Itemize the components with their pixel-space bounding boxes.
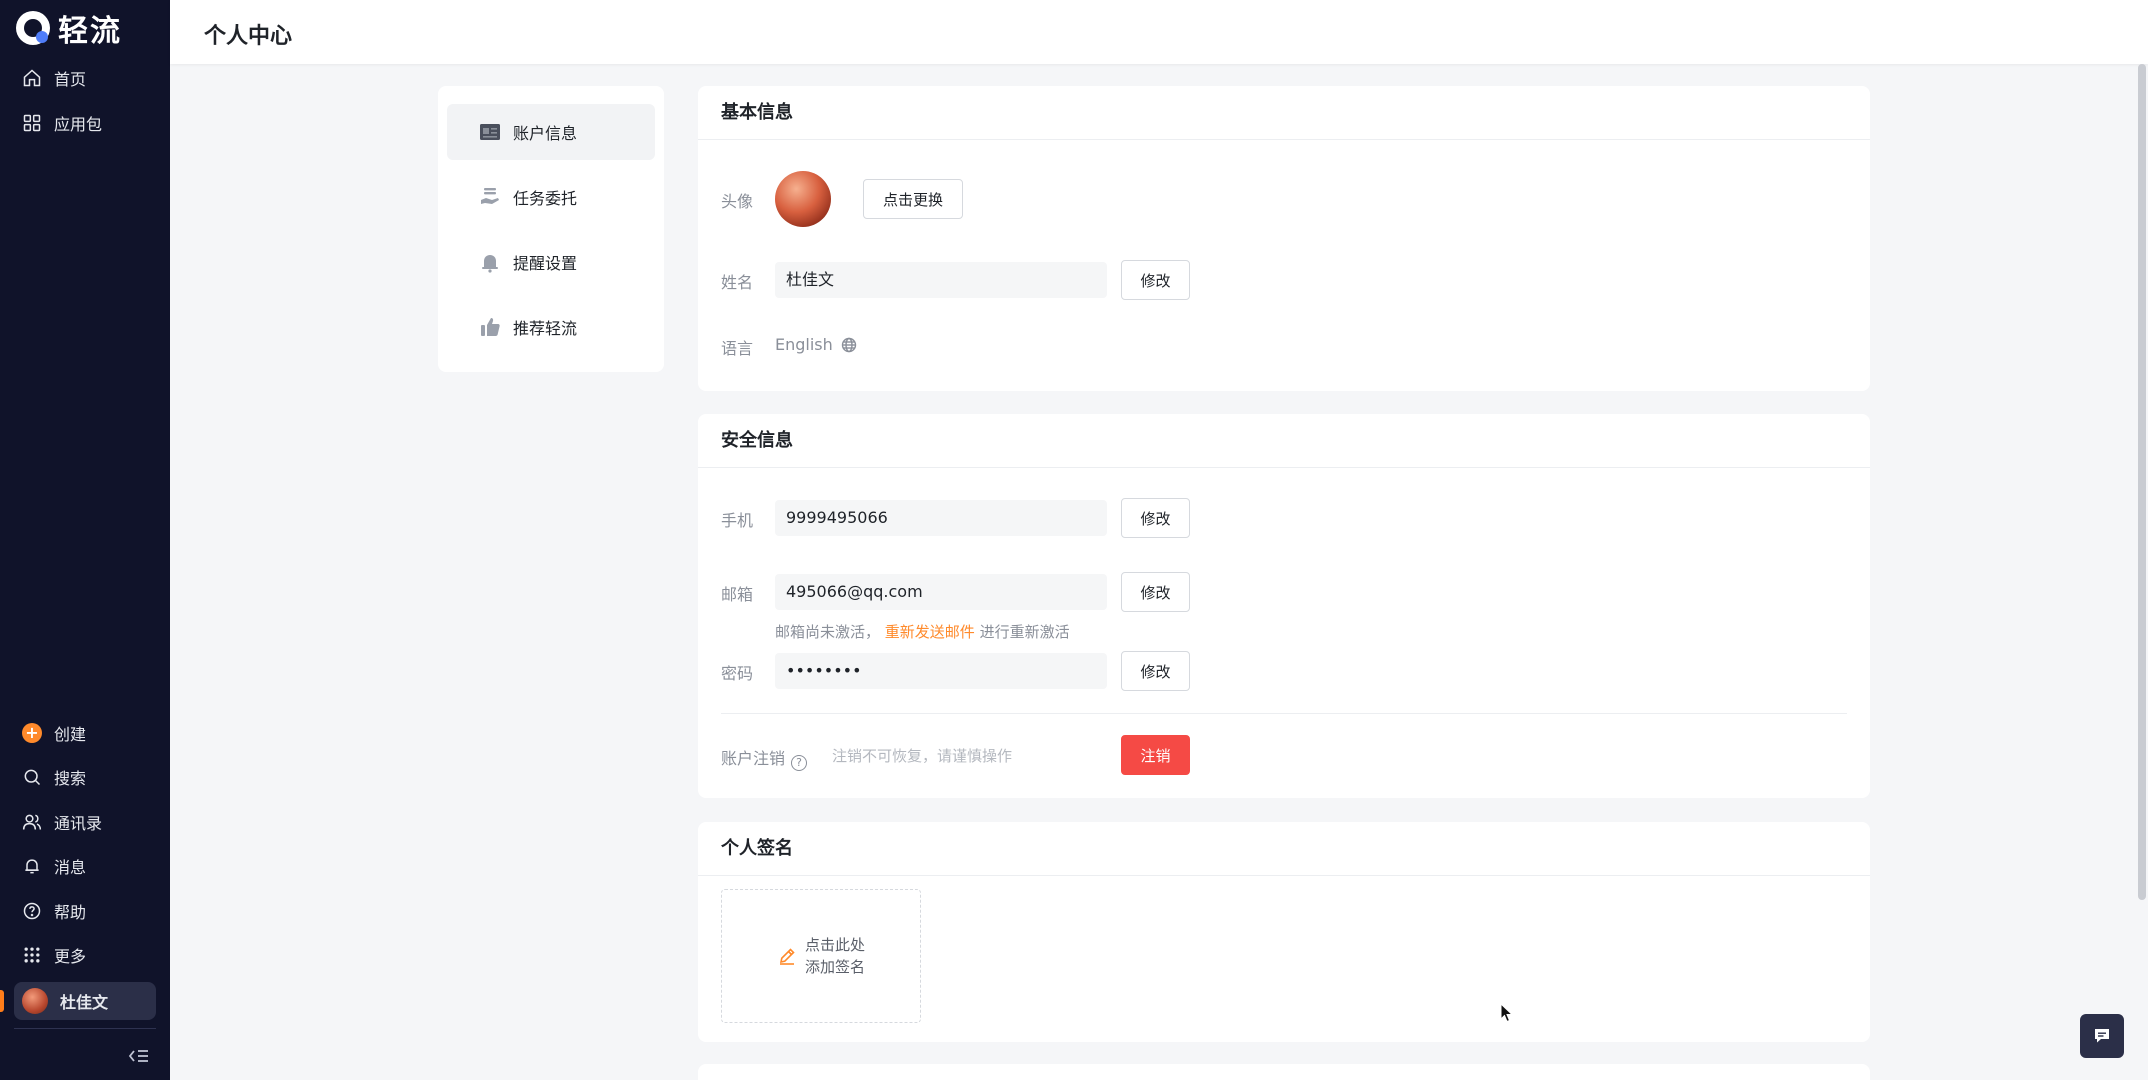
email-label: 邮箱: [721, 585, 754, 604]
grid-icon: [23, 114, 41, 132]
sidebar-item-label: 通讯录: [54, 814, 103, 833]
sidebar-item-label: 搜索: [54, 769, 87, 788]
submenu-item-reminder-settings[interactable]: 提醒设置: [447, 234, 655, 290]
active-user-marker: [0, 990, 4, 1012]
bell-icon: [482, 255, 498, 273]
globe-icon: [841, 337, 856, 352]
mouse-cursor-icon: [1500, 1003, 1514, 1023]
sidebar-item-more[interactable]: 更多: [14, 936, 156, 974]
sidebar-item-label: 创建: [54, 725, 87, 744]
app-sidebar: 轻流 首页 应用包 + 创建 搜索 通讯录 消息 帮助 更多 杜佳文: [0, 0, 170, 1080]
password-label: 密码: [721, 664, 754, 683]
apps-icon: [24, 947, 40, 963]
name-field[interactable]: 杜佳文: [775, 262, 1107, 298]
name-label: 姓名: [721, 273, 754, 292]
submenu-item-label: 提醒设置: [513, 254, 578, 273]
search-icon: [24, 769, 41, 786]
signature-title: 个人签名: [698, 822, 1870, 876]
id-card-icon: [480, 124, 500, 140]
language-value: English: [775, 335, 833, 354]
edit-email-button[interactable]: 修改: [1121, 572, 1190, 612]
email-hint-suffix: 进行重新激活: [979, 623, 1070, 641]
deactivate-label: 账户注销?: [721, 745, 808, 771]
sidebar-item-messages[interactable]: 消息: [14, 847, 156, 885]
help-icon: [23, 902, 41, 920]
pencil-icon: [779, 948, 795, 965]
deactivate-account-button[interactable]: 注销: [1121, 735, 1190, 775]
submenu-item-label: 账户信息: [513, 124, 578, 143]
edit-name-button[interactable]: 修改: [1121, 260, 1190, 300]
collapse-icon: [128, 1050, 148, 1062]
avatar: [22, 988, 48, 1014]
basic-info-title: 基本信息: [698, 86, 1870, 140]
add-signature-text: 点击此处 添加签名: [805, 934, 865, 978]
avatar: [775, 171, 831, 227]
plus-circle-icon: +: [22, 723, 42, 743]
resend-email-link[interactable]: 重新发送邮件: [885, 623, 975, 641]
security-info-card: 安全信息 手机 9999495066 修改 邮箱 495066@qq.com 修…: [698, 414, 1870, 798]
submenu-item-task-delegation[interactable]: 任务委托: [447, 169, 655, 225]
deactivate-hint: 注销不可恢复，请谨慎操作: [832, 747, 1013, 765]
language-selector[interactable]: English: [775, 335, 857, 354]
sidebar-user-name: 杜佳文: [60, 993, 109, 1012]
sidebar-item-contacts[interactable]: 通讯录: [14, 803, 156, 841]
next-card-peek: [698, 1064, 1870, 1080]
sidebar-item-label: 首页: [54, 70, 87, 89]
sidebar-item-home[interactable]: 首页: [14, 59, 156, 97]
brand-name: 轻流: [58, 14, 122, 49]
brand-logo-icon: [16, 11, 50, 45]
email-hint-prefix: 邮箱尚未激活，: [775, 623, 881, 641]
page-scrollbar[interactable]: [2138, 64, 2146, 900]
sidebar-item-help[interactable]: 帮助: [14, 892, 156, 930]
submenu-item-label: 推荐轻流: [513, 319, 578, 338]
chat-support-button[interactable]: [2080, 1014, 2124, 1058]
submenu-item-label: 任务委托: [513, 189, 578, 208]
add-signature-area[interactable]: 点击此处 添加签名: [721, 889, 921, 1023]
sidebar-user-profile[interactable]: 杜佳文: [14, 982, 156, 1020]
sidebar-divider: [14, 1028, 156, 1029]
sidebar-item-search[interactable]: 搜索: [14, 758, 156, 796]
change-avatar-button[interactable]: 点击更换: [863, 179, 963, 219]
bell-icon: [25, 859, 39, 874]
contacts-icon: [22, 814, 42, 830]
add-signature-line2: 添加签名: [804, 958, 865, 976]
submenu-item-account-info[interactable]: 账户信息: [447, 104, 655, 160]
edit-password-button[interactable]: 修改: [1121, 651, 1190, 691]
signature-card: 个人签名 点击此处 添加签名: [698, 822, 1870, 1042]
section-divider: [721, 713, 1847, 714]
phone-label: 手机: [721, 511, 754, 530]
sidebar-item-label: 应用包: [54, 115, 103, 134]
question-icon[interactable]: ?: [791, 755, 808, 771]
phone-field[interactable]: 9999495066: [775, 500, 1107, 536]
basic-info-card: 基本信息 头像 点击更换 姓名 杜佳文 修改 语言 English: [698, 86, 1870, 391]
submenu-item-recommend[interactable]: 推荐轻流: [447, 299, 655, 355]
sidebar-item-label: 消息: [54, 858, 87, 877]
sidebar-item-create[interactable]: + 创建: [14, 714, 156, 752]
email-activation-hint: 邮箱尚未激活， 重新发送邮件 进行重新激活: [775, 621, 1070, 642]
thumbs-up-icon: [481, 318, 500, 336]
chat-bubble-icon: [2095, 1029, 2109, 1043]
account-submenu: 账户信息 任务委托 提醒设置 推荐轻流: [438, 86, 664, 372]
edit-phone-button[interactable]: 修改: [1121, 498, 1190, 538]
sidebar-item-label: 帮助: [54, 903, 87, 922]
password-field[interactable]: ••••••••: [775, 653, 1107, 689]
add-signature-line1: 点击此处: [804, 936, 865, 954]
page-title: 个人中心: [204, 24, 293, 49]
avatar-label: 头像: [721, 192, 754, 211]
security-info-title: 安全信息: [698, 414, 1870, 468]
home-icon: [23, 69, 41, 87]
sidebar-item-label: 更多: [54, 947, 87, 966]
top-header: 个人中心: [170, 0, 2148, 64]
brand[interactable]: 轻流: [16, 8, 122, 49]
language-label: 语言: [721, 339, 754, 358]
deactivate-label-text: 账户注销: [721, 749, 786, 768]
delegate-hand-icon: [481, 188, 499, 204]
collapse-sidebar-button[interactable]: [128, 1046, 150, 1066]
email-field[interactable]: 495066@qq.com: [775, 574, 1107, 610]
sidebar-item-app-packages[interactable]: 应用包: [14, 104, 156, 142]
